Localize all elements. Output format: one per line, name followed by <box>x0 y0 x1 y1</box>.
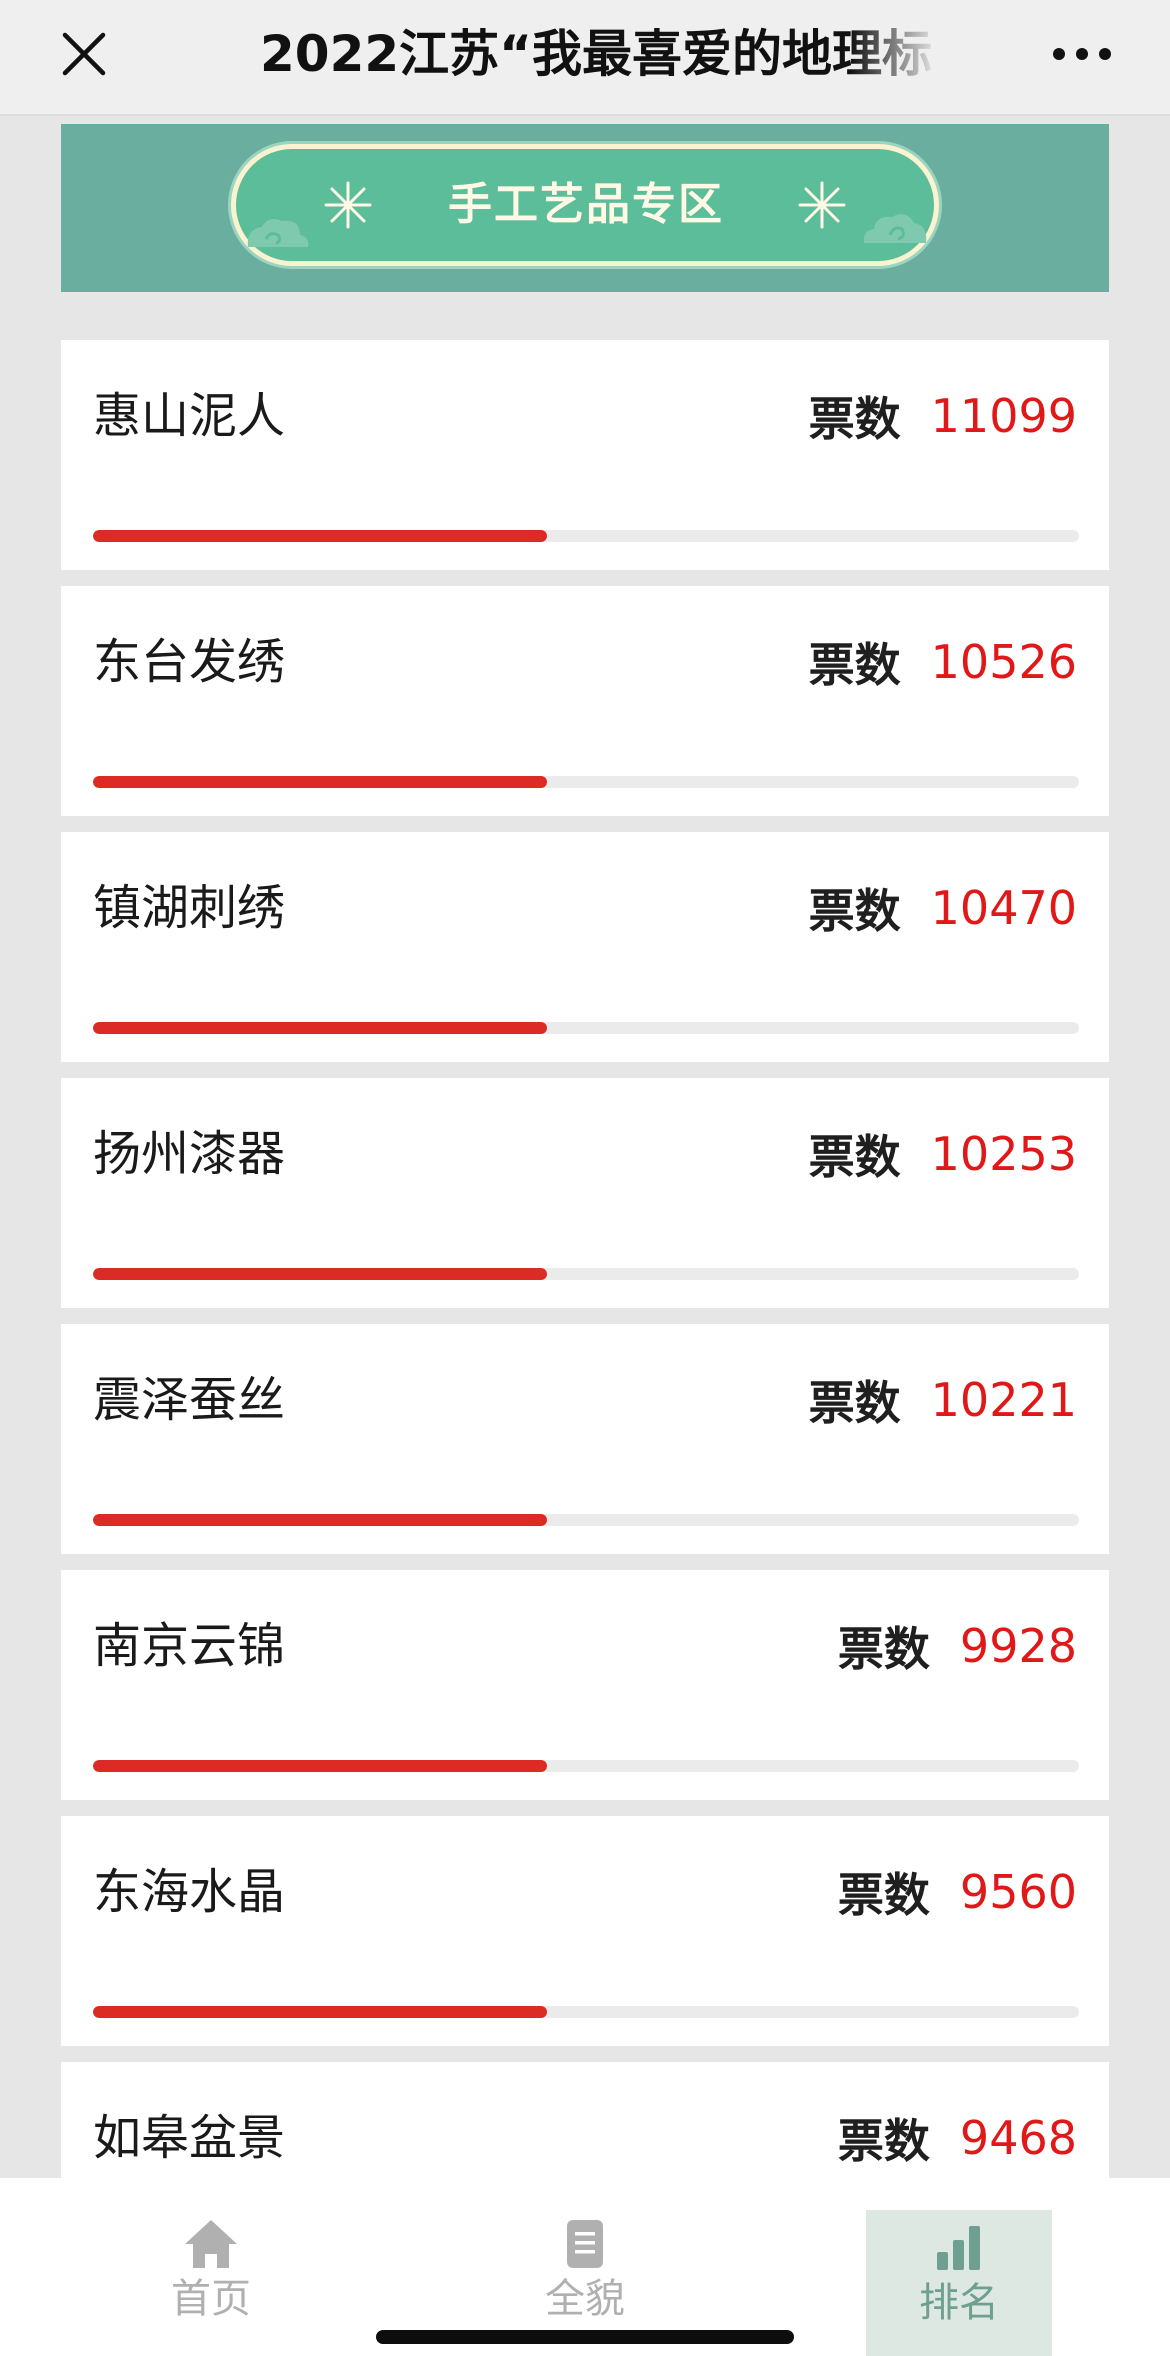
vote-count: 10526 <box>930 635 1077 689</box>
item-name: 震泽蚕丝 <box>93 1372 286 1428</box>
progress-bar-fill <box>93 2006 547 2018</box>
vote-label: 票数 <box>808 638 901 692</box>
close-icon <box>62 32 106 76</box>
nav-ranking[interactable]: 排名 <box>866 2210 1052 2356</box>
cloud-ornament-icon <box>247 219 309 247</box>
more-button[interactable] <box>1040 18 1124 90</box>
vote-count: 11099 <box>930 389 1077 443</box>
document-icon <box>567 2220 603 2268</box>
nav-home[interactable]: 首页 <box>118 2206 304 2336</box>
cloud-ornament-icon <box>863 214 927 243</box>
banner-title: 手工艺品专区 <box>448 179 724 230</box>
vote-label: 票数 <box>837 1622 930 1676</box>
item-name: 东海水晶 <box>93 1864 286 1920</box>
progress-bar <box>93 1268 1079 1280</box>
progress-bar <box>93 776 1079 788</box>
more-icon <box>1053 48 1111 60</box>
close-button[interactable] <box>48 18 120 90</box>
vote-count: 10253 <box>930 1127 1077 1181</box>
nav-overview[interactable]: 全貌 <box>492 2206 678 2336</box>
item-name: 如皋盆景 <box>93 2110 286 2166</box>
nav-ranking-label: 排名 <box>919 2280 999 2326</box>
vote-count: 9560 <box>959 1865 1077 1919</box>
snowflake-icon <box>324 181 372 229</box>
top-bar: 2022江苏“我最喜爱的地理标 <box>0 0 1170 116</box>
vote-count: 10221 <box>930 1373 1077 1427</box>
vote-count: 9468 <box>959 2111 1077 2165</box>
progress-bar <box>93 1514 1079 1526</box>
home-icon <box>185 2220 237 2268</box>
vote-label: 票数 <box>808 1130 901 1184</box>
section-banner: 手工艺品专区 <box>61 124 1109 292</box>
home-indicator <box>376 2330 794 2344</box>
vote-info: 票数 9560 <box>838 1862 1077 1922</box>
progress-bar <box>93 1760 1079 1772</box>
vote-info: 票数 9468 <box>838 2108 1077 2168</box>
progress-bar <box>93 530 1079 542</box>
progress-bar-fill <box>93 1022 547 1034</box>
progress-bar-fill <box>93 1514 547 1526</box>
vote-label: 票数 <box>808 392 901 446</box>
page-title: 2022江苏“我最喜爱的地理标 <box>260 22 940 86</box>
nav-home-label: 首页 <box>171 2276 251 2322</box>
item-name: 惠山泥人 <box>93 388 286 444</box>
vote-info: 票数 10470 <box>809 878 1077 938</box>
vote-info: 票数 10253 <box>809 1124 1077 1184</box>
vote-info: 票数 11099 <box>809 386 1077 446</box>
bar-chart-icon <box>937 2226 980 2270</box>
nav-overview-label: 全貌 <box>545 2276 625 2322</box>
banner-pill: 手工艺品专区 <box>231 144 939 266</box>
list-item[interactable]: 东海水晶 票数 9560 <box>61 1816 1109 2046</box>
list-item[interactable]: 扬州漆器 票数 10253 <box>61 1078 1109 1308</box>
vote-info: 票数 10221 <box>809 1370 1077 1430</box>
vote-label: 票数 <box>808 884 901 938</box>
item-name: 东台发绣 <box>93 634 286 690</box>
snowflake-icon <box>798 181 846 229</box>
list-item[interactable]: 南京云锦 票数 9928 <box>61 1570 1109 1800</box>
vote-info: 票数 9928 <box>838 1616 1077 1676</box>
item-name: 镇湖刺绣 <box>93 880 286 936</box>
vote-count: 10470 <box>930 881 1077 935</box>
progress-bar-fill <box>93 530 547 542</box>
vote-label: 票数 <box>808 1376 901 1430</box>
progress-bar <box>93 1022 1079 1034</box>
item-name: 扬州漆器 <box>93 1126 286 1182</box>
progress-bar-fill <box>93 1268 547 1280</box>
list-item[interactable]: 镇湖刺绣 票数 10470 <box>61 832 1109 1062</box>
list-item[interactable]: 惠山泥人 票数 11099 <box>61 340 1109 570</box>
progress-bar-fill <box>93 1760 547 1772</box>
list-item[interactable]: 震泽蚕丝 票数 10221 <box>61 1324 1109 1554</box>
progress-bar-fill <box>93 776 547 788</box>
vote-count: 9928 <box>959 1619 1077 1673</box>
vote-label: 票数 <box>837 1868 930 1922</box>
item-name: 南京云锦 <box>93 1618 286 1674</box>
list-item[interactable]: 东台发绣 票数 10526 <box>61 586 1109 816</box>
vote-info: 票数 10526 <box>809 632 1077 692</box>
vote-label: 票数 <box>837 2114 930 2168</box>
progress-bar <box>93 2006 1079 2018</box>
